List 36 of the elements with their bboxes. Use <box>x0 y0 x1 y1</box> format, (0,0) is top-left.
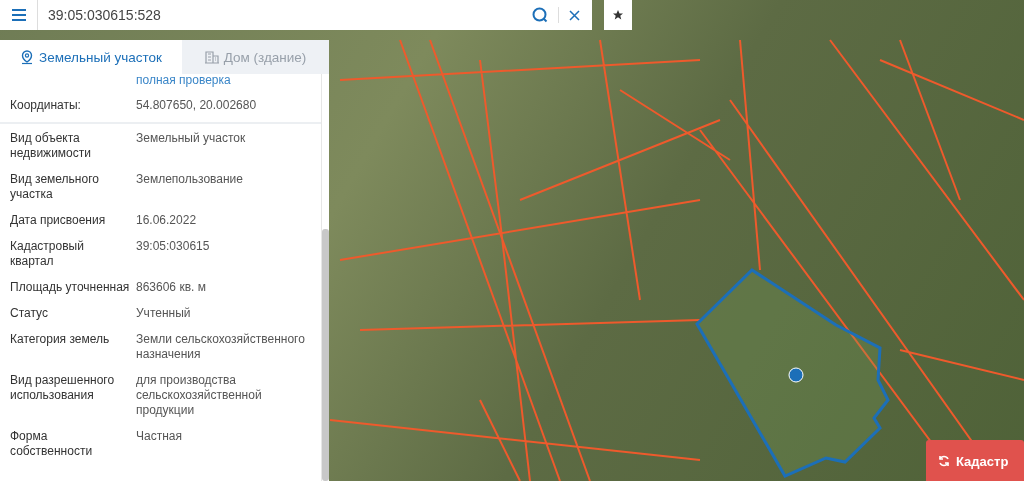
property-label: Статус <box>10 306 49 321</box>
search-icon[interactable] <box>532 7 548 23</box>
location-pin-icon <box>20 49 35 65</box>
property-value: 863606 кв. м <box>136 280 207 295</box>
property-value: 16.06.2022 <box>136 213 198 228</box>
property-value: Частная <box>136 429 183 445</box>
property-label: Вид земельного участка <box>10 172 100 202</box>
property-label: Координаты: <box>10 98 82 113</box>
star-icon <box>612 9 624 21</box>
menu-icon <box>11 9 26 21</box>
property-value: для производства сельскохозяйственной продукции <box>136 373 263 418</box>
cadastre-button[interactable]: Кадастр <box>926 440 1024 481</box>
menu-button[interactable] <box>0 0 38 30</box>
property-label: Вид объекта недвижимости <box>10 131 92 161</box>
property-label: Дата присвоения <box>10 213 107 228</box>
close-icon[interactable] <box>569 9 580 21</box>
scrollbar[interactable] <box>321 74 329 481</box>
check-link[interactable]: полная проверка <box>136 74 311 86</box>
property-value: Земельный участок <box>136 131 247 147</box>
property-value: Учтенный <box>136 306 192 321</box>
property-label: Форма собственности <box>10 429 94 459</box>
property-value: 39:05:030615 <box>136 239 211 255</box>
property-label: Кадастровый квартал <box>10 239 85 269</box>
search-bar[interactable]: 39:05:030615:528 <box>38 0 592 30</box>
property-value: 54.807650, 20.002680 <box>136 98 258 113</box>
building-icon <box>204 50 219 64</box>
search-field[interactable]: 39:05:030615:528 <box>38 1 522 29</box>
property-value: Землепользование <box>136 172 244 188</box>
location-marker <box>788 367 804 383</box>
property-value: Земли сельскохозяйственного назначения <box>136 332 306 362</box>
favorite-button[interactable] <box>604 0 632 30</box>
refresh-icon <box>938 455 950 467</box>
property-label: Вид разрешенного использования <box>10 373 116 404</box>
scrollbar-thumb[interactable] <box>322 229 329 481</box>
property-label: Площадь уточненная <box>10 280 130 295</box>
property-label: Категория земель <box>10 332 111 348</box>
